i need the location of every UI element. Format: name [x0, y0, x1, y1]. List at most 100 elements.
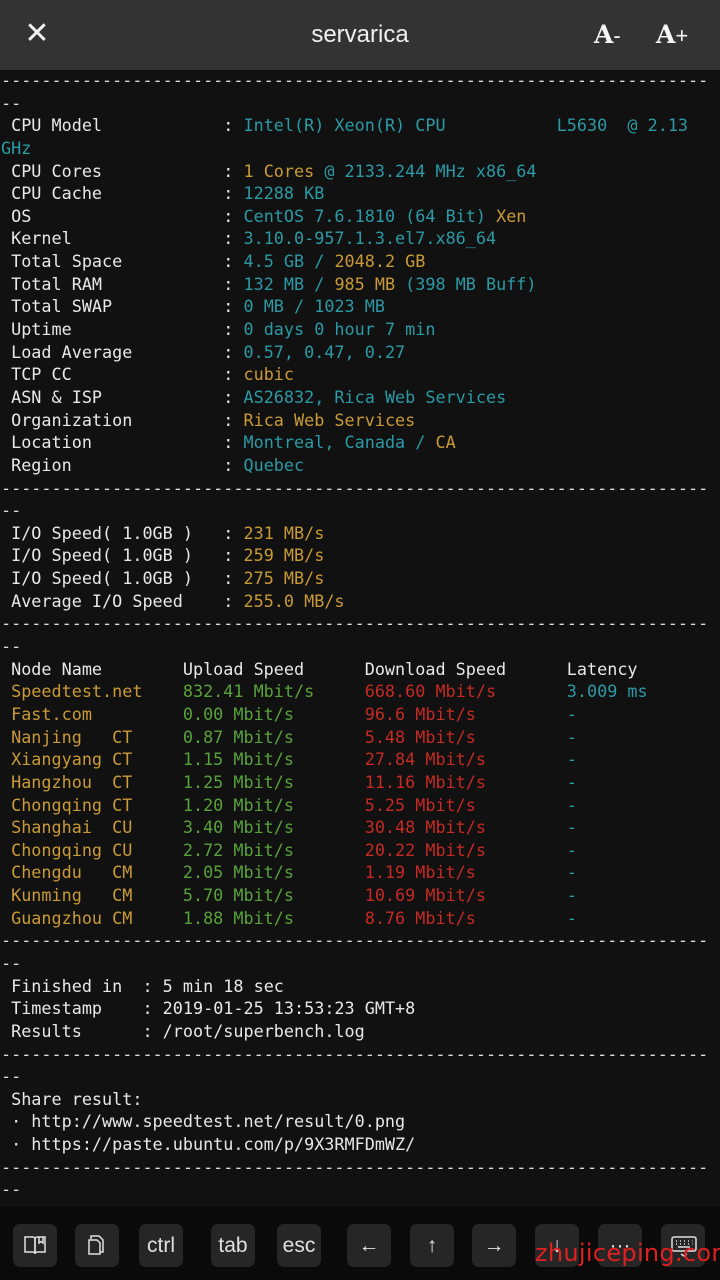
field-value: Montreal, Canada / [243, 432, 436, 453]
system-info-row: CPU Cores : 1 Cores @ 2133.244 MHz x86_6… [1, 160, 720, 183]
more-key-label: ··· [609, 1234, 631, 1257]
upload-speed: 0.00 Mbit/s [182, 703, 365, 724]
separator-tail-dashes: -- [1, 952, 22, 973]
separator-tail-dashes: -- [1, 500, 22, 521]
font-increase-letter: A [656, 20, 676, 49]
field-value: 12288 KB [243, 183, 325, 204]
field-label: Region [1, 454, 224, 475]
upload-speed: 2.72 Mbit/s [182, 839, 365, 860]
upload-speed: 1.15 Mbit/s [182, 749, 365, 770]
field-separator: : [223, 568, 244, 589]
terminal-output[interactable]: ----------------------------------------… [1, 69, 720, 1207]
font-increase-sign: + [675, 23, 689, 48]
esc-key[interactable]: esc [277, 1224, 321, 1267]
field-separator: : [223, 183, 244, 204]
field-label: CPU Cache [1, 183, 224, 204]
field-label: Total SWAP [1, 296, 224, 317]
field-separator: : [223, 228, 244, 249]
separator-tail: -- [1, 499, 720, 522]
left-arrow-key[interactable]: ← [347, 1224, 391, 1267]
system-info-row: Load Average : 0.57, 0.47, 0.27 [1, 341, 720, 364]
summary-row: Results : /root/superbench.log [1, 1020, 720, 1043]
summary-row: Timestamp : 2019-01-25 13:53:23 GMT+8 [1, 997, 720, 1020]
node-name: Xiangyang CT [1, 749, 183, 770]
separator-dashes: ----------------------------------------… [1, 477, 709, 498]
upload-speed: 5.70 Mbit/s [182, 885, 365, 906]
upload-speed: 832.41 Mbit/s [182, 681, 365, 702]
system-info-row: Location : Montreal, Canada / CA [1, 431, 720, 454]
upload-speed: 1.20 Mbit/s [182, 794, 365, 815]
summary-row: Finished in : 5 min 18 sec [1, 975, 720, 998]
field-value: Rica Web Services [243, 409, 416, 430]
font-decrease-button[interactable]: A- [594, 19, 621, 52]
latency: - [566, 907, 577, 928]
system-info-row: Total Space : 4.5 GB / 2048.2 GB [1, 250, 720, 273]
separator-line: ----------------------------------------… [1, 1156, 720, 1179]
speedtest-row: Guangzhou CM 1.88 Mbit/s 8.76 Mbit/s - [1, 907, 720, 930]
field-value: 231 MB/s [243, 522, 325, 543]
field-label: I/O Speed( 1.0GB ) [1, 545, 224, 566]
field-separator: : [223, 364, 244, 385]
io-speed-row: I/O Speed( 1.0GB ) : 231 MB/s [1, 522, 720, 545]
copy-key[interactable] [75, 1224, 119, 1267]
field-label: I/O Speed( 1.0GB ) [1, 522, 224, 543]
speedtest-row: Nanjing CT 0.87 Mbit/s 5.48 Mbit/s - [1, 726, 720, 749]
field-label: Results [1, 1020, 143, 1041]
speedtest-row: Chongqing CT 1.20 Mbit/s 5.25 Mbit/s - [1, 794, 720, 817]
latency: - [566, 726, 577, 747]
node-name: Chongqing CU [1, 839, 183, 860]
field-value: Quebec [243, 454, 305, 475]
speedtest-row: Shanghai CU 3.40 Mbit/s 30.48 Mbit/s - [1, 816, 720, 839]
field-label: Kernel [1, 228, 224, 249]
keyboard-key[interactable] [661, 1224, 705, 1267]
node-name: Hangzhou CT [1, 771, 183, 792]
field-label: Location [1, 432, 224, 453]
field-label: CPU Cores [1, 160, 224, 181]
column-header-node: Node Name [1, 658, 183, 679]
keyboard-accessory-bar: ctrl tab esc ← ↑ → ↓ ··· [0, 1207, 720, 1280]
download-speed: 8.76 Mbit/s [364, 907, 567, 928]
share-link-row: · http://www.speedtest.net/result/0.png [1, 1110, 720, 1133]
right-arrow-key[interactable]: → [472, 1224, 516, 1267]
font-increase-button[interactable]: A+ [656, 19, 688, 52]
separator-tail-dashes: -- [1, 1179, 22, 1200]
field-separator: : [142, 975, 163, 996]
download-speed: 20.22 Mbit/s [364, 839, 567, 860]
io-speed-row: I/O Speed( 1.0GB ) : 259 MB/s [1, 544, 720, 567]
system-info-row: Organization : Rica Web Services [1, 409, 720, 432]
ctrl-key[interactable]: ctrl [139, 1224, 183, 1267]
download-speed: 30.48 Mbit/s [364, 817, 567, 838]
book-key[interactable] [13, 1224, 57, 1267]
field-separator: : [223, 386, 244, 407]
field-value: 255.0 MB/s [243, 590, 345, 611]
close-button[interactable]: ✕ [22, 18, 52, 50]
column-header-download: Download Speed [364, 658, 567, 679]
up-arrow-key[interactable]: ↑ [410, 1224, 454, 1267]
node-name: Guangzhou CM [1, 907, 183, 928]
down-arrow-key[interactable]: ↓ [535, 1224, 579, 1267]
more-key[interactable]: ··· [598, 1224, 642, 1267]
speedtest-row: Kunming CM 5.70 Mbit/s 10.69 Mbit/s - [1, 884, 720, 907]
field-separator: : [223, 454, 244, 475]
speedtest-row: Xiangyang CT 1.15 Mbit/s 27.84 Mbit/s - [1, 748, 720, 771]
tab-key[interactable]: tab [211, 1224, 255, 1267]
field-value: 0 days 0 hour 7 min [243, 319, 436, 340]
download-speed: 11.16 Mbit/s [364, 771, 567, 792]
separator-dashes: ----------------------------------------… [1, 70, 709, 90]
speedtest-row: Fast.com 0.00 Mbit/s 96.6 Mbit/s - [1, 703, 720, 726]
download-speed: 1.19 Mbit/s [364, 862, 567, 883]
field-label: TCP CC [1, 364, 224, 385]
system-info-row: GHz [1, 137, 720, 160]
field-separator: : [223, 115, 244, 136]
node-name: Kunming CM [1, 885, 183, 906]
system-info-row: Region : Quebec [1, 454, 720, 477]
field-separator: : [223, 432, 244, 453]
separator-tail: -- [1, 1065, 720, 1088]
separator-tail: -- [1, 635, 720, 658]
share-title-row: Share result: [1, 1088, 720, 1111]
node-name: Nanjing CT [1, 726, 183, 747]
field-separator: : [142, 1020, 163, 1041]
field-separator: : [223, 590, 244, 611]
system-info-row: ASN & ISP : AS26832, Rica Web Services [1, 386, 720, 409]
separator-tail: -- [1, 1178, 720, 1201]
